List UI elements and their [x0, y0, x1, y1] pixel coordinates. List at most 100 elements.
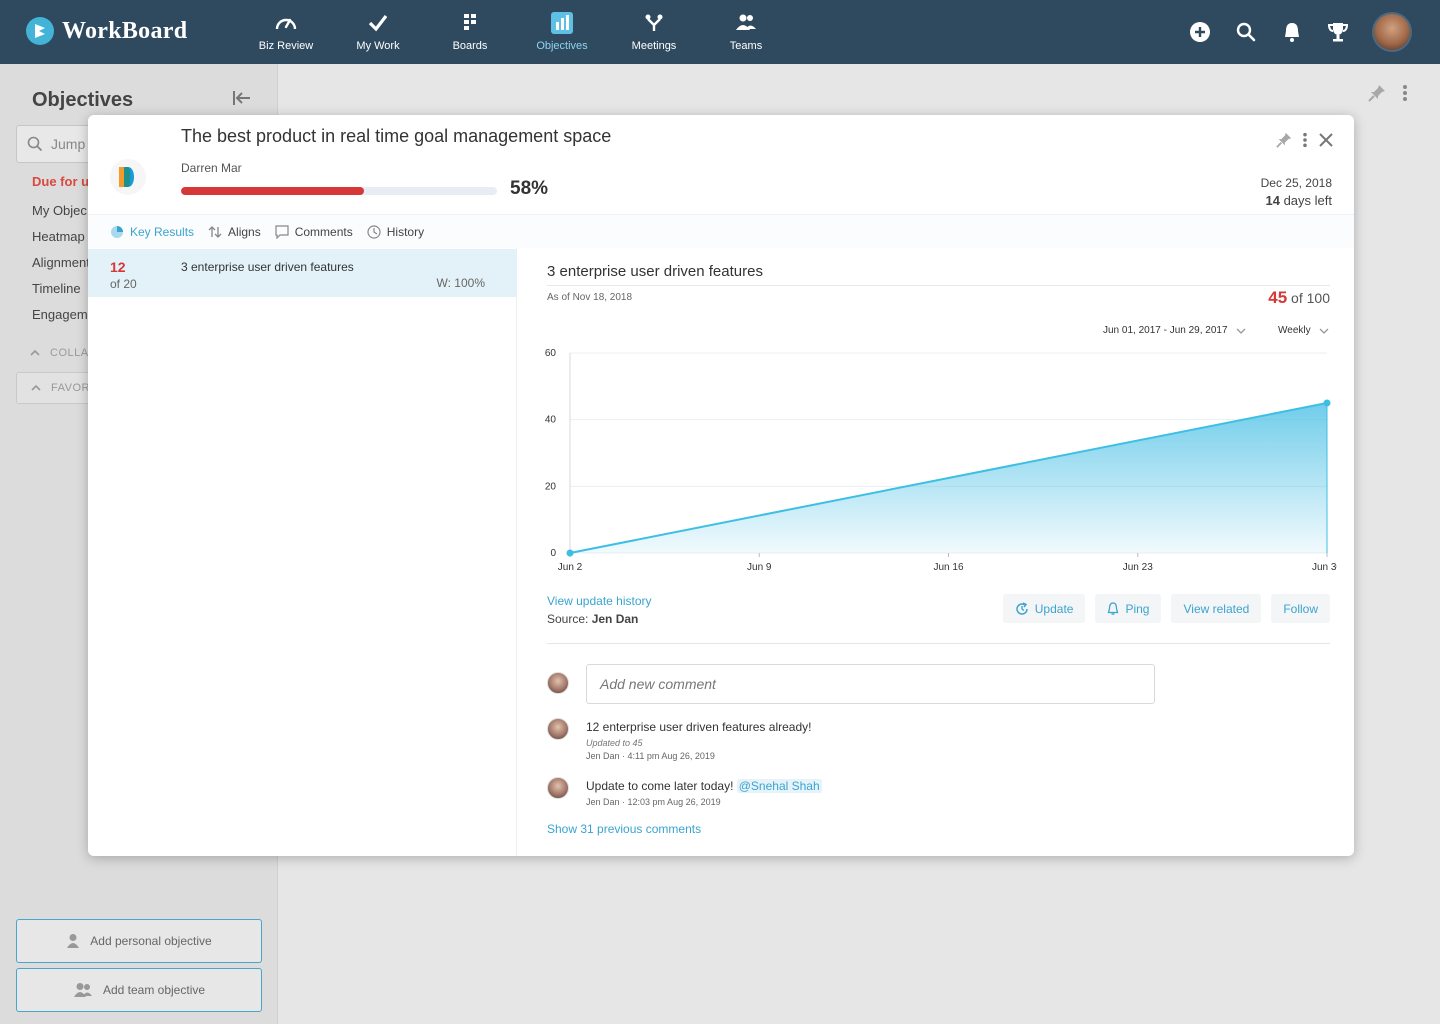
nav-teams[interactable]: Teams	[706, 0, 786, 64]
button-label: Ping	[1125, 601, 1150, 616]
sidebar-item-engagement[interactable]: Engageme	[32, 307, 95, 333]
close-icon[interactable]	[1318, 132, 1334, 148]
more-vertical-icon[interactable]	[1302, 132, 1308, 148]
gauge-icon	[275, 18, 297, 30]
add-circle-icon[interactable]	[1188, 20, 1212, 44]
comments-divider	[547, 643, 1330, 644]
date-range-value: Jun 01, 2017 - Jun 29, 2017	[1103, 325, 1228, 336]
chevron-down-icon	[1319, 328, 1329, 334]
comment-author[interactable]: Jen Dan	[586, 797, 620, 807]
nav-objectives[interactable]: Objectives	[522, 0, 602, 64]
sidebar-item-alignment[interactable]: Alignment	[32, 255, 95, 281]
pin-icon[interactable]	[1276, 132, 1292, 148]
nav-label: Boards	[452, 40, 488, 52]
collapse-sidebar-icon[interactable]	[232, 90, 252, 111]
sidebar-item-my-objectives[interactable]: My Objec	[32, 203, 95, 229]
update-button[interactable]: Update	[1002, 594, 1086, 623]
objective-tabs: Key Results Aligns Comments History	[88, 214, 1354, 248]
days-left-number: 14	[1265, 193, 1280, 208]
button-label: Add team objective	[102, 983, 206, 997]
date-range-select[interactable]: Jun 01, 2017 - Jun 29, 2017	[1103, 325, 1246, 336]
tab-comments[interactable]: Comments	[275, 215, 353, 249]
search-icon[interactable]	[1234, 20, 1258, 44]
button-label: Follow	[1283, 601, 1318, 616]
button-label: Add personal objective	[90, 934, 212, 948]
progress-percent: 58%	[510, 178, 549, 199]
sidebar-item-heatmap[interactable]: Heatmap	[32, 229, 95, 255]
view-related-button[interactable]: View related	[1171, 594, 1262, 623]
days-left: 14 days left	[1266, 193, 1333, 208]
comment-icon	[275, 224, 289, 239]
comment-meta: Jen Dan · 12:03 pm Aug 26, 2019	[586, 797, 721, 807]
comment-author[interactable]: Jen Dan	[586, 751, 620, 761]
nav-my-work[interactable]: My Work	[338, 0, 418, 64]
user-avatar[interactable]	[1372, 12, 1412, 52]
bell-icon	[1108, 601, 1119, 615]
avatar	[547, 777, 569, 799]
follow-button[interactable]: Follow	[1271, 594, 1330, 623]
pie-chart-icon	[111, 225, 123, 238]
sort-arrows-icon	[208, 225, 222, 238]
comment-time: 4:11 pm Aug 26, 2019	[627, 751, 715, 761]
button-label: View related	[1183, 601, 1250, 616]
progress-chart-svg: 0 20 40 60 Jun 2 Jun 9 Jun 16 Jun 23 Jun 30	[545, 348, 1343, 573]
search-icon	[27, 136, 43, 152]
ping-button[interactable]: Ping	[1095, 594, 1162, 623]
nav-label: My Work	[356, 40, 400, 52]
due-date: Dec 25, 2018	[1260, 176, 1332, 190]
mention-link[interactable]: @Snehal Shah	[736, 779, 822, 793]
trophy-icon[interactable]	[1326, 20, 1350, 44]
chevron-down-icon	[1236, 328, 1246, 334]
more-vertical-icon[interactable]	[1402, 84, 1408, 102]
add-team-objective-button[interactable]: Add team objective	[16, 968, 262, 1012]
tab-key-results[interactable]: Key Results	[110, 215, 194, 249]
x-tick-label: Jun 9	[747, 562, 772, 573]
data-point	[566, 549, 574, 557]
section-label: COLLA	[50, 347, 89, 359]
comment-text: Update to come later today! @Snehal Shah	[586, 779, 822, 793]
boards-icon	[464, 14, 476, 30]
detail-actions: Update Ping View related Follow	[1002, 594, 1330, 623]
tab-history[interactable]: History	[367, 215, 424, 249]
nav-meetings[interactable]: Meetings	[614, 0, 694, 64]
brand-name: WorkBoard	[62, 17, 188, 44]
x-tick-label: Jun 23	[1123, 562, 1153, 573]
tab-label: Aligns	[228, 224, 261, 239]
key-result-row[interactable]: 12 of 20 3 enterprise user driven featur…	[88, 249, 517, 297]
nav-label: Biz Review	[258, 40, 314, 52]
comment-body: Update to come later today!	[586, 779, 737, 793]
nav-boards[interactable]: Boards	[430, 0, 510, 64]
y-tick-label: 40	[545, 415, 557, 426]
nav-biz-review[interactable]: Biz Review	[246, 0, 326, 64]
sidebar-item-timeline[interactable]: Timeline	[32, 281, 95, 307]
key-result-detail: 3 enterprise user driven features As of …	[517, 248, 1354, 856]
tab-aligns[interactable]: Aligns	[208, 215, 261, 249]
avatar	[547, 672, 569, 694]
pin-icon[interactable]	[1368, 84, 1386, 102]
y-tick-label: 20	[545, 481, 557, 492]
progress-fill	[181, 187, 365, 195]
bar-chart-icon	[551, 12, 573, 34]
due-for-update-link[interactable]: Due for u	[32, 174, 89, 189]
period-select[interactable]: Weekly	[1278, 325, 1329, 336]
add-comment-input[interactable]: Add new comment	[586, 664, 1155, 704]
days-left-suffix: days left	[1279, 193, 1332, 208]
comment-text: 12 enterprise user driven features alrea…	[586, 720, 812, 734]
bell-icon[interactable]	[1280, 20, 1304, 44]
sidebar-links: My Objec Heatmap Alignment Timeline Enga…	[32, 203, 95, 333]
teams-icon	[736, 14, 756, 30]
y-tick-label: 60	[545, 348, 557, 359]
detail-score: 45 of 100	[1268, 288, 1330, 308]
x-tick-label: Jun 16	[933, 562, 963, 573]
page-actions	[1368, 84, 1408, 102]
tab-label: History	[386, 224, 425, 239]
main-nav: Biz Review My Work Boards Objectives Mee…	[246, 0, 798, 64]
show-previous-comments-link[interactable]: Show 31 previous comments	[547, 822, 701, 836]
source-label: Source:	[547, 612, 592, 626]
brand[interactable]: WorkBoard	[26, 17, 187, 45]
view-update-history-link[interactable]: View update history	[547, 594, 652, 608]
avatar	[547, 718, 569, 740]
add-personal-objective-button[interactable]: Add personal objective	[16, 919, 262, 963]
score-current: 45	[1268, 288, 1288, 307]
objective-owner[interactable]: Darren Mar	[181, 161, 242, 175]
